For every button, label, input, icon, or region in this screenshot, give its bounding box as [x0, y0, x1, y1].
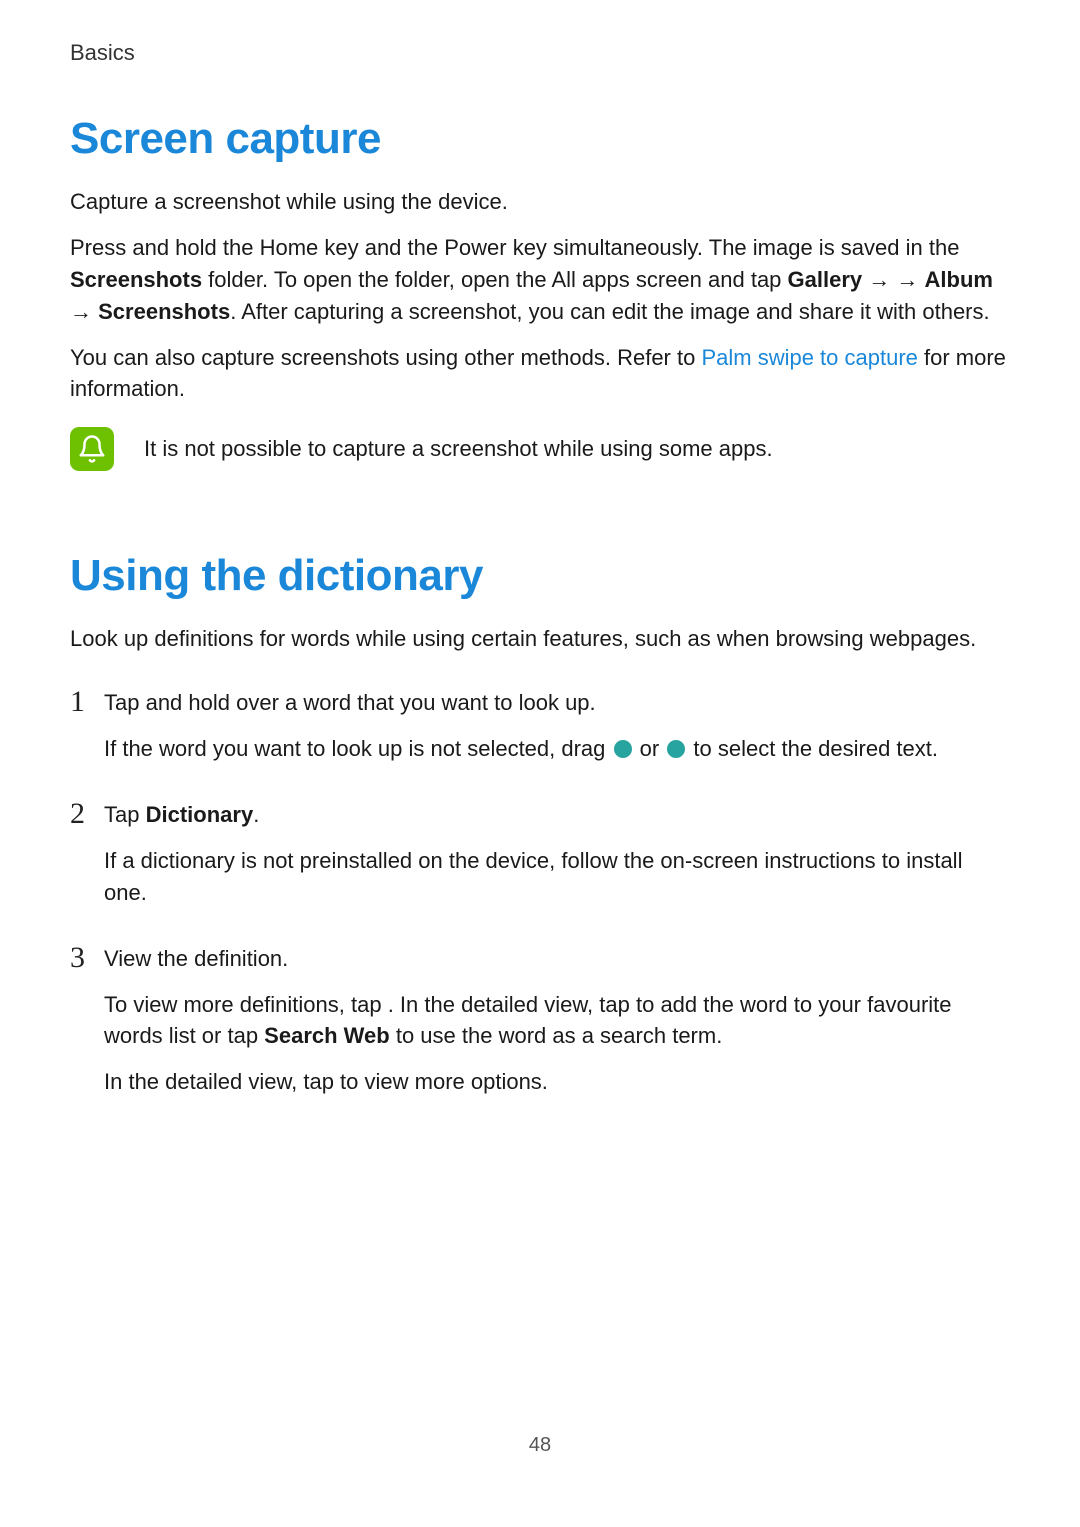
step-2: 2 Tap Dictionary. If a dictionary is not…	[70, 799, 1010, 923]
text: To view more definitions, tap	[104, 992, 388, 1017]
bold-screenshots-2: Screenshots	[98, 299, 230, 324]
step-number: 2	[70, 799, 104, 829]
step-body: View the definition. To view more defini…	[104, 943, 1010, 1113]
text: You can also capture screenshots using o…	[70, 345, 701, 370]
text: Press and hold the Home key and the Powe…	[70, 235, 959, 260]
intro-paragraph-2: Look up definitions for words while usin…	[70, 623, 1010, 655]
text: . In the detailed view, tap	[388, 992, 636, 1017]
step-body: Tap Dictionary. If a dictionary is not p…	[104, 799, 1010, 923]
note-text: It is not possible to capture a screensh…	[144, 433, 773, 465]
text: to use the word as a search term.	[390, 1023, 723, 1048]
text: folder. To open the folder, open the All…	[202, 267, 787, 292]
note-bell-icon	[70, 427, 114, 471]
selection-handle-icon	[667, 740, 685, 758]
step-body: Tap and hold over a word that you want t…	[104, 687, 1010, 779]
step3-line1: View the definition.	[104, 943, 1010, 975]
arrow-icon: →	[862, 267, 896, 292]
step-3: 3 View the definition. To view more defi…	[70, 943, 1010, 1113]
selection-handle-icon	[614, 740, 632, 758]
bold-dictionary: Dictionary	[146, 802, 254, 827]
step3-line2: To view more definitions, tap . In the d…	[104, 989, 1010, 1053]
step1-line2: If the word you want to look up is not s…	[104, 733, 1010, 765]
step2-line1: Tap Dictionary.	[104, 799, 1010, 831]
bold-screenshots: Screenshots	[70, 267, 202, 292]
text: to select the desired text.	[687, 736, 938, 761]
bold-album: Album	[925, 267, 993, 292]
text: . After capturing a screenshot, you can …	[230, 299, 989, 324]
note-callout: It is not possible to capture a screensh…	[70, 427, 1010, 471]
text: Tap	[104, 802, 146, 827]
heading-using-dictionary: Using the dictionary	[70, 551, 1010, 601]
paragraph-instructions: Press and hold the Home key and the Powe…	[70, 232, 1010, 328]
step-number: 3	[70, 943, 104, 973]
text: or	[634, 736, 666, 761]
step-1: 1 Tap and hold over a word that you want…	[70, 687, 1010, 779]
bold-search-web: Search Web	[264, 1023, 390, 1048]
link-palm-swipe[interactable]: Palm swipe to capture	[701, 345, 917, 370]
text: .	[253, 802, 259, 827]
step1-line1: Tap and hold over a word that you want t…	[104, 687, 1010, 719]
step3-line3: In the detailed view, tap to view more o…	[104, 1066, 1010, 1098]
paragraph-other-methods: You can also capture screenshots using o…	[70, 342, 1010, 406]
arrow-icon: →	[70, 299, 98, 324]
page-number: 48	[0, 1434, 1080, 1457]
bold-gallery: Gallery	[788, 267, 863, 292]
step-number: 1	[70, 687, 104, 717]
arrow-icon: →	[896, 267, 924, 292]
intro-paragraph-1: Capture a screenshot while using the dev…	[70, 186, 1010, 218]
text: If the word you want to look up is not s…	[104, 736, 612, 761]
step2-line2: If a dictionary is not preinstalled on t…	[104, 845, 1010, 909]
heading-screen-capture: Screen capture	[70, 114, 1010, 164]
chapter-label: Basics	[70, 40, 1010, 66]
